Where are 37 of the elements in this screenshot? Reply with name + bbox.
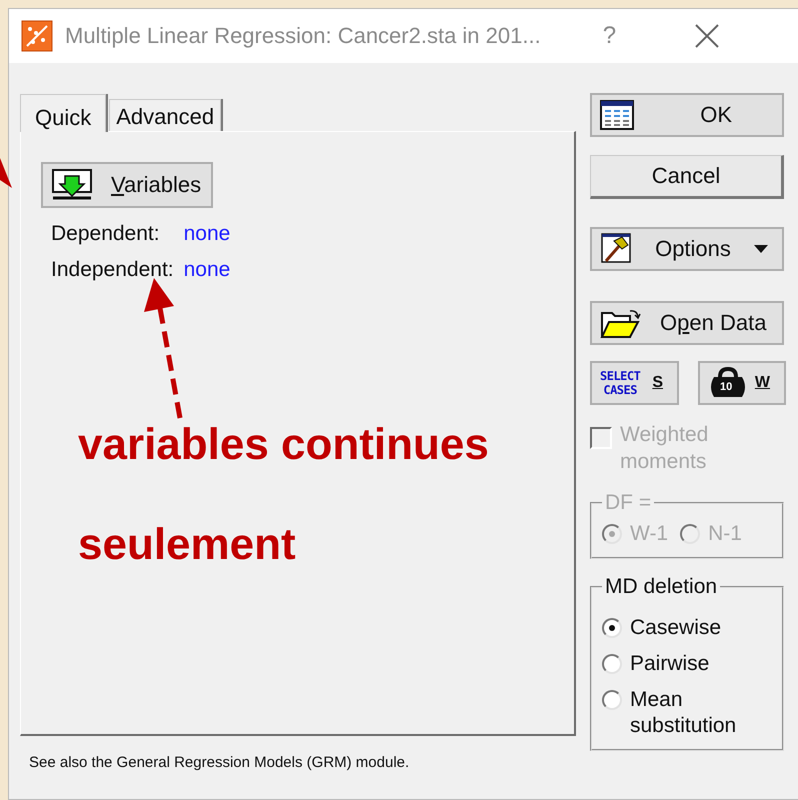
- radio-button[interactable]: [602, 654, 622, 674]
- variables-icon: [51, 168, 93, 202]
- variables-button[interactable]: Variables: [41, 162, 213, 208]
- field-value: none: [184, 258, 230, 282]
- weight-button[interactable]: 10 W: [698, 361, 786, 405]
- folder-icon: [600, 307, 642, 339]
- weight-number: 10: [720, 381, 732, 393]
- tab[interactable]: Quick: [20, 94, 106, 132]
- app-icon: [21, 20, 53, 52]
- ok-button[interactable]: OK: [590, 93, 784, 137]
- radio-button[interactable]: [602, 618, 622, 638]
- radio-label: W-1: [630, 521, 668, 547]
- dropdown-caret-icon: [754, 245, 768, 253]
- radio-label: N-1: [708, 521, 742, 547]
- table-icon: [600, 100, 634, 130]
- close-icon[interactable]: [694, 23, 720, 49]
- field-label: Independent:: [51, 258, 174, 282]
- field-value: none: [184, 222, 230, 246]
- group-title: MD deletion: [604, 575, 718, 599]
- tab[interactable]: Advanced: [109, 99, 222, 131]
- annotation-text: variables continues: [78, 420, 489, 470]
- weight-icon: [708, 367, 748, 399]
- checkbox-label: Weighted moments: [620, 422, 710, 475]
- open-data-button[interactable]: Open Data: [590, 301, 784, 345]
- cancel-button[interactable]: Cancel: [590, 155, 784, 199]
- window-title: Multiple Linear Regression: Cancer2.sta in 201...: [65, 23, 541, 49]
- options-button[interactable]: Options: [590, 227, 784, 271]
- radio-label: Casewise: [630, 615, 722, 641]
- radio-button[interactable]: [602, 690, 622, 710]
- group-title: DF =: [604, 491, 652, 515]
- annotation-arrowhead: [0, 158, 12, 188]
- annotation-text: seulement: [78, 520, 296, 570]
- field-label: Dependent:: [51, 222, 161, 246]
- status-text: See also the General Regression Models (GRM) module.: [29, 754, 410, 771]
- radio-label: Mean substitution: [630, 687, 738, 739]
- hammer-icon: [600, 233, 632, 265]
- radio-label: Pairwise: [630, 651, 710, 677]
